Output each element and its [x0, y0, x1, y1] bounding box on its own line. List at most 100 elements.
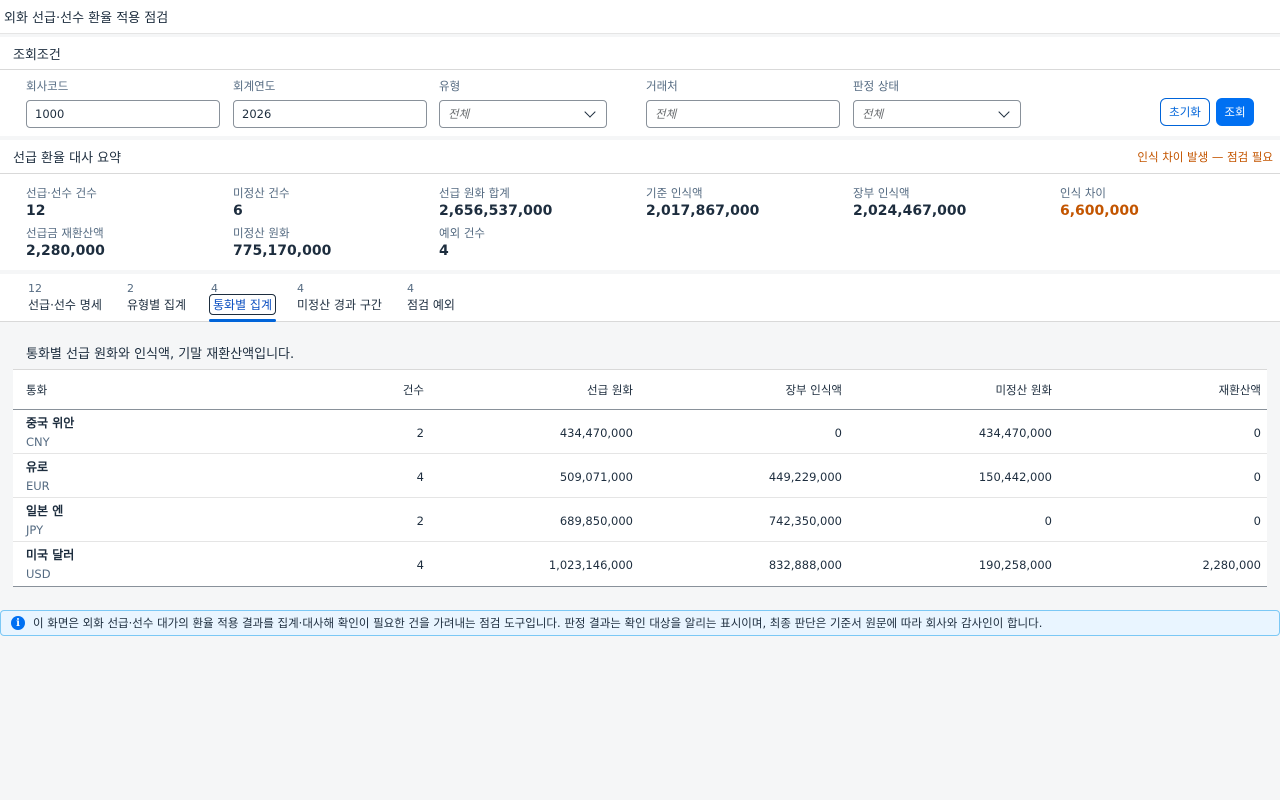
column-header-book-recognized[interactable]: 장부 인식액: [785, 382, 842, 398]
app-title: 외화 선급·선수 환율 적용 점검: [0, 0, 1280, 34]
kpi-value: 2,656,537,000: [439, 203, 553, 219]
summary-header: 선급 환율 대사 요약 인식 차이 발생 — 점검 필요: [0, 140, 1280, 174]
kpi-revaluation: 선급금 재환산액 2,280,000: [26, 225, 105, 259]
currency-name: 일본 엔: [26, 504, 64, 518]
kpi-label: 선급 원화 합계: [439, 186, 510, 200]
kpi-label: 인식 차이: [1060, 186, 1106, 200]
company-code-label: 회사코드: [26, 79, 69, 93]
company-code-field: 회사코드 1000: [26, 78, 220, 128]
summary-title: 선급 환율 대사 요약: [13, 151, 122, 166]
table-row[interactable]: 미국 달러 USD 4 1,023,146,000 832,888,000 19…: [13, 542, 1267, 586]
cell-book-recognized: 742,350,000: [768, 514, 842, 528]
table-header: 통화 건수 선급 원화 장부 인식액 미정산 원화 재환산액: [13, 370, 1267, 410]
company-code-input[interactable]: 1000: [26, 100, 220, 128]
summary-kpis: 선급·선수 건수 12 미정산 건수 6 선급 원화 합계 2,656,537,…: [0, 174, 1280, 270]
cell-unsettled-krw: 150,442,000: [978, 470, 1052, 484]
cell-book-recognized: 449,229,000: [768, 470, 842, 484]
tab-by-currency[interactable]: 4 통화별 집계: [208, 282, 277, 322]
cell-advance-krw: 434,470,000: [559, 426, 633, 440]
search-button[interactable]: 조회: [1216, 98, 1254, 126]
tab-advance-list[interactable]: 12 선급·선수 명세: [28, 282, 102, 322]
tab-bar: 12 선급·선수 명세 2 유형별 집계 4 통화별 집계 4 미정산 경과 구…: [0, 274, 1280, 322]
tab-count: 4: [211, 282, 218, 295]
column-header-currency[interactable]: 통화: [26, 382, 47, 398]
kpi-value: 12: [26, 203, 46, 219]
tab-exceptions[interactable]: 4 점검 예외: [407, 282, 455, 322]
cell-count: 2: [416, 514, 424, 528]
kpi-exception-count: 예외 건수 4: [439, 225, 485, 259]
tab-label: 유형별 집계: [127, 298, 187, 312]
judgment-status-field: 판정 상태 전체: [853, 78, 1021, 128]
table-row[interactable]: 중국 위안 CNY 2 434,470,000 0 434,470,000 0: [13, 410, 1267, 454]
filter-bar: 회사코드 1000 회계연도 2026 유형 전체 거래처 전체 판정 상태 전…: [0, 70, 1280, 136]
fiscal-year-label: 회계연도: [233, 79, 276, 93]
info-icon: i: [11, 616, 25, 630]
type-select[interactable]: 전체: [439, 100, 607, 128]
kpi-total-count: 선급·선수 건수 12: [26, 185, 97, 219]
judgment-status-value: 전체: [862, 107, 884, 121]
currency-summary-table: 통화 건수 선급 원화 장부 인식액 미정산 원화 재환산액 중국 위안 CNY…: [13, 369, 1267, 587]
info-message-strip: i 이 화면은 외화 선급·선수 대가의 환율 적용 결과를 집계·대사해 확인…: [0, 610, 1280, 636]
currency-name: 중국 위안: [26, 416, 75, 430]
currency-code: USD: [26, 567, 51, 581]
cell-revaluation: 0: [1253, 470, 1261, 484]
type-label: 유형: [439, 79, 461, 93]
kpi-value: 4: [439, 243, 449, 259]
kpi-recognition-diff: 인식 차이 6,600,000: [1060, 185, 1139, 219]
kpi-label: 선급금 재환산액: [26, 226, 104, 240]
cell-revaluation: 2,280,000: [1202, 558, 1261, 572]
currency-code: CNY: [26, 435, 50, 449]
table-row[interactable]: 유로 EUR 4 509,071,000 449,229,000 150,442…: [13, 454, 1267, 498]
tab-unsettled-aging[interactable]: 4 미정산 경과 구간: [297, 282, 382, 322]
kpi-book-recognized: 장부 인식액 2,024,467,000: [853, 185, 966, 219]
kpi-value: 2,024,467,000: [853, 203, 967, 219]
type-select-value: 전체: [448, 107, 470, 121]
cell-book-recognized: 0: [834, 426, 842, 440]
column-header-advance-krw[interactable]: 선급 원화: [587, 382, 633, 398]
currency-name: 유로: [26, 460, 49, 474]
partner-input[interactable]: 전체: [646, 100, 840, 128]
tab-count: 4: [297, 282, 304, 295]
active-tab-indicator: [209, 319, 277, 322]
filter-section-title: 조회조건: [0, 37, 1280, 70]
kpi-value: 2,017,867,000: [646, 203, 760, 219]
kpi-unsettled-count: 미정산 건수 6: [233, 185, 290, 219]
kpi-label: 선급·선수 건수: [26, 186, 97, 200]
fiscal-year-field: 회계연도 2026: [233, 78, 427, 128]
tab-label: 통화별 집계: [208, 294, 277, 315]
cell-count: 4: [416, 558, 424, 572]
kpi-label: 미정산 원화: [233, 226, 290, 240]
kpi-unsettled-krw: 미정산 원화 775,170,000: [233, 225, 331, 259]
kpi-label: 미정산 건수: [233, 186, 290, 200]
content-description: 통화별 선급 원화와 인식액, 기말 재환산액입니다.: [26, 347, 295, 362]
column-header-revaluation[interactable]: 재환산액: [1219, 382, 1261, 398]
cell-unsettled-krw: 434,470,000: [978, 426, 1052, 440]
kpi-value: 2,280,000: [26, 243, 105, 259]
column-header-count[interactable]: 건수: [403, 382, 424, 398]
tab-label: 선급·선수 명세: [28, 298, 102, 312]
cell-unsettled-krw: 0: [1044, 514, 1052, 528]
tab-by-type[interactable]: 2 유형별 집계: [127, 282, 186, 322]
kpi-label: 예외 건수: [439, 226, 485, 240]
cell-unsettled-krw: 190,258,000: [978, 558, 1052, 572]
tab-label: 점검 예외: [407, 298, 455, 312]
kpi-standard-recognized: 기준 인식액 2,017,867,000: [646, 185, 759, 219]
table-row[interactable]: 일본 엔 JPY 2 689,850,000 742,350,000 0 0: [13, 498, 1267, 542]
judgment-status-select[interactable]: 전체: [853, 100, 1021, 128]
cell-revaluation: 0: [1253, 426, 1261, 440]
tab-label: 미정산 경과 구간: [297, 298, 382, 312]
partner-label: 거래처: [646, 79, 678, 93]
reset-button[interactable]: 초기화: [1160, 98, 1210, 126]
chevron-down-icon: [998, 106, 1010, 118]
tab-count: 4: [407, 282, 414, 295]
cell-advance-krw: 509,071,000: [559, 470, 633, 484]
kpi-value: 6,600,000: [1060, 203, 1139, 219]
fiscal-year-input[interactable]: 2026: [233, 100, 427, 128]
cell-advance-krw: 1,023,146,000: [548, 558, 633, 572]
column-header-unsettled-krw[interactable]: 미정산 원화: [995, 382, 1052, 398]
judgment-status-label: 판정 상태: [853, 79, 899, 93]
kpi-advance-krw-total: 선급 원화 합계 2,656,537,000: [439, 185, 552, 219]
kpi-label: 장부 인식액: [853, 186, 910, 200]
info-message-text: 이 화면은 외화 선급·선수 대가의 환율 적용 결과를 집계·대사해 확인이 …: [33, 616, 1043, 630]
kpi-value: 6: [233, 203, 243, 219]
